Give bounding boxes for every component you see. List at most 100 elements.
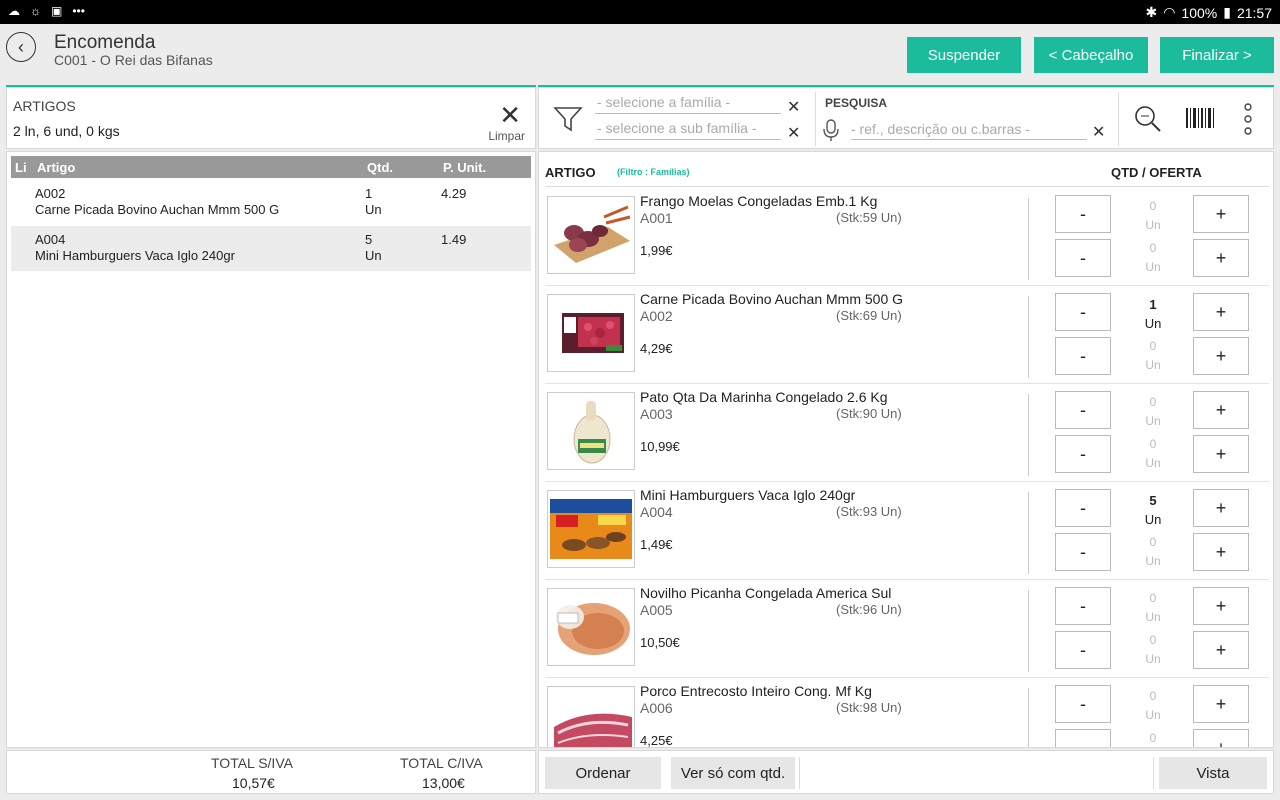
more-options-icon[interactable] xyxy=(1241,102,1255,136)
product-item[interactable]: Porco Entrecosto Inteiro Cong. Mf Kg A00… xyxy=(539,678,1273,747)
offer-plus-button[interactable]: + xyxy=(1193,337,1249,375)
qty-value: 5 xyxy=(1149,493,1157,508)
product-item[interactable]: Pato Qta Da Marinha Congelado 2.6 Kg A00… xyxy=(539,384,1273,482)
offer-plus-button[interactable]: + xyxy=(1193,239,1249,277)
qty-plus-button[interactable]: + xyxy=(1193,293,1249,331)
offer-plus-button[interactable]: + xyxy=(1193,533,1249,571)
clear-button[interactable]: Limpar xyxy=(488,129,525,143)
barcode-icon[interactable] xyxy=(1185,106,1215,130)
qty-unit: Un xyxy=(1145,414,1161,428)
product-price: 10,50€ xyxy=(640,635,680,650)
clear-icon[interactable]: ✕ xyxy=(499,102,521,128)
product-code: A001 xyxy=(640,210,673,226)
cart-row-qty: 5 xyxy=(365,232,373,247)
offer-value: 0 xyxy=(1149,241,1157,255)
cart-row-price: 4.29 xyxy=(441,186,467,201)
qty-minus-button[interactable]: - xyxy=(1055,587,1111,625)
microphone-icon[interactable] xyxy=(823,118,839,142)
wifi-icon: ◠ xyxy=(1163,4,1176,20)
search-icon[interactable] xyxy=(1133,104,1163,134)
cart-row-name: Carne Picada Bovino Auchan Mmm 500 G xyxy=(35,202,280,217)
qty-minus-button[interactable]: - xyxy=(1055,489,1111,527)
cart-row-unit: Un xyxy=(365,202,382,217)
offer-value: 0 xyxy=(1149,633,1157,647)
offer-plus-button[interactable]: + xyxy=(1193,631,1249,669)
action-separator xyxy=(799,757,800,789)
product-stock: (Stk:59 Un) xyxy=(836,210,902,225)
product-name: Mini Hamburguers Vaca Iglo 240gr xyxy=(640,487,856,503)
qty-plus-button[interactable]: + xyxy=(1193,587,1249,625)
product-col-article: ARTIGO xyxy=(545,165,596,180)
bluetooth-icon: ✱ xyxy=(1145,4,1158,20)
qty-value: 0 xyxy=(1149,689,1157,703)
family-select[interactable]: - selecione a família - xyxy=(595,94,781,114)
offer-plus-button[interactable]: + xyxy=(1193,729,1249,747)
customer-subtitle: C001 - O Rei das Bifanas xyxy=(54,52,213,68)
cart-summary-panel: ARTIGOS 2 ln, 6 und, 0 kgs ✕ Limpar xyxy=(6,87,536,149)
status-bar: ☁ ☼ ▣ ••• ✱ ◠ 100% ▮ 21:57 xyxy=(0,0,1280,24)
header-button[interactable]: < Cabeçalho xyxy=(1034,37,1148,73)
offer-minus-button[interactable]: - xyxy=(1055,435,1111,473)
finish-button[interactable]: Finalizar > xyxy=(1160,37,1274,73)
more-notifications-icon: ••• xyxy=(72,4,85,18)
product-price: 4,29€ xyxy=(640,341,673,356)
flipboard-icon: ▣ xyxy=(51,4,63,18)
offer-unit: Un xyxy=(1145,652,1161,666)
sort-button[interactable]: Ordenar xyxy=(545,757,661,789)
search-input[interactable] xyxy=(851,118,1087,140)
clear-family-icon[interactable]: ✕ xyxy=(787,97,800,117)
offer-unit: Un xyxy=(1145,260,1161,274)
product-item[interactable]: Carne Picada Bovino Auchan Mmm 500 G A00… xyxy=(539,286,1273,384)
product-item[interactable]: Mini Hamburguers Vaca Iglo 240gr A004 (S… xyxy=(539,482,1273,580)
col-unit-price: P. Unit. xyxy=(443,160,487,175)
totals-panel: TOTAL S/IVA 10,57€ TOTAL C/IVA 13,00€ xyxy=(6,750,536,794)
product-stock: (Stk:93 Un) xyxy=(836,504,902,519)
qty-plus-button[interactable]: + xyxy=(1193,685,1249,723)
qty-minus-button[interactable]: - xyxy=(1055,293,1111,331)
back-button[interactable]: ‹ xyxy=(6,32,36,62)
offer-value: 0 xyxy=(1149,437,1157,451)
product-item[interactable]: Novilho Picanha Congelada America Sul A0… xyxy=(539,580,1273,678)
offer-minus-button[interactable]: - xyxy=(1055,239,1111,277)
product-item[interactable]: Frango Moelas Congeladas Emb.1 Kg A001 (… xyxy=(539,188,1273,286)
offer-minus-button[interactable]: - xyxy=(1055,729,1111,747)
cart-row[interactable]: A004 Mini Hamburguers Vaca Iglo 240gr 5 … xyxy=(11,226,531,271)
qty-plus-button[interactable]: + xyxy=(1193,489,1249,527)
offer-value: 0 xyxy=(1149,535,1157,549)
offer-minus-button[interactable]: - xyxy=(1055,533,1111,571)
clear-subfamily-icon[interactable]: ✕ xyxy=(787,123,800,143)
suspend-button[interactable]: Suspender xyxy=(907,37,1021,73)
qty-plus-button[interactable]: + xyxy=(1193,195,1249,233)
chevron-left-icon: ‹ xyxy=(18,36,24,57)
offer-plus-button[interactable]: + xyxy=(1193,435,1249,473)
product-name: Porco Entrecosto Inteiro Cong. Mf Kg xyxy=(640,683,872,699)
offer-minus-button[interactable]: - xyxy=(1055,631,1111,669)
cart-row-name: Mini Hamburguers Vaca Iglo 240gr xyxy=(35,248,235,263)
offer-value: 0 xyxy=(1149,339,1157,353)
view-button[interactable]: Vista xyxy=(1159,757,1267,789)
product-divider xyxy=(1028,198,1029,280)
product-name: Carne Picada Bovino Auchan Mmm 500 G xyxy=(640,291,904,307)
cart-row[interactable]: A002 Carne Picada Bovino Auchan Mmm 500 … xyxy=(11,182,531,227)
qty-minus-button[interactable]: - xyxy=(1055,391,1111,429)
cart-title: ARTIGOS xyxy=(13,98,76,114)
product-divider xyxy=(1028,394,1029,476)
only-with-qty-button[interactable]: Ver só com qtd. xyxy=(671,757,795,789)
col-article: Artigo xyxy=(37,160,76,175)
filter-icon[interactable] xyxy=(553,104,583,134)
qty-minus-button[interactable]: - xyxy=(1055,685,1111,723)
product-stock: (Stk:69 Un) xyxy=(836,308,902,323)
offer-minus-button[interactable]: - xyxy=(1055,337,1111,375)
clear-search-icon[interactable]: ✕ xyxy=(1092,122,1105,142)
qty-plus-button[interactable]: + xyxy=(1193,391,1249,429)
qty-value: 0 xyxy=(1149,591,1157,605)
qty-minus-button[interactable]: - xyxy=(1055,195,1111,233)
cart-row-qty: 1 xyxy=(365,186,373,201)
filter-note: (Filtro : Famílias) xyxy=(617,167,690,177)
subfamily-select[interactable]: - selecione a sub família - xyxy=(595,120,781,140)
product-divider xyxy=(1028,590,1029,672)
product-code: A004 xyxy=(640,504,673,520)
product-divider xyxy=(1028,492,1029,574)
action-separator xyxy=(1153,757,1154,789)
qty-unit: Un xyxy=(1145,610,1161,624)
